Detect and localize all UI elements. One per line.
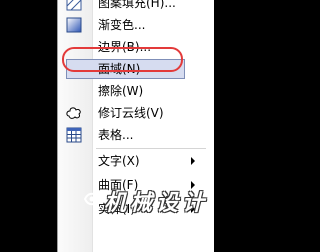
menu-separator bbox=[96, 148, 206, 149]
hatch-icon bbox=[66, 0, 82, 11]
highlight-annotation bbox=[62, 47, 183, 72]
menu-item-label: 渐变色... bbox=[98, 18, 146, 32]
watermark-text: 机械设计 bbox=[104, 190, 209, 216]
menu-item-wipeout[interactable]: 擦除(W) bbox=[58, 80, 214, 102]
table-icon bbox=[66, 127, 82, 143]
menu-item-gradient[interactable]: 渐变色... bbox=[58, 14, 214, 36]
revcloud-icon bbox=[66, 105, 82, 121]
gradient-icon bbox=[66, 17, 82, 33]
menu-item-table[interactable]: 表格... bbox=[58, 124, 214, 146]
menu-item-text[interactable]: 文字(X) bbox=[58, 150, 214, 172]
menu-item-revcloud[interactable]: 修订云线(V) bbox=[58, 102, 214, 124]
menu-item-label: 擦除(W) bbox=[98, 84, 144, 98]
menu-item-label: 图案填充(H)... bbox=[98, 0, 176, 10]
watermark-logo-icon bbox=[83, 190, 101, 208]
menu-item-hatch[interactable]: 图案填充(H)... bbox=[58, 0, 214, 14]
menu-item-label: 表格... bbox=[98, 128, 134, 142]
menu-item-label: 修订云线(V) bbox=[98, 106, 164, 120]
submenu-arrow-icon bbox=[191, 157, 195, 165]
menu-item-label: 文字(X) bbox=[98, 154, 140, 168]
